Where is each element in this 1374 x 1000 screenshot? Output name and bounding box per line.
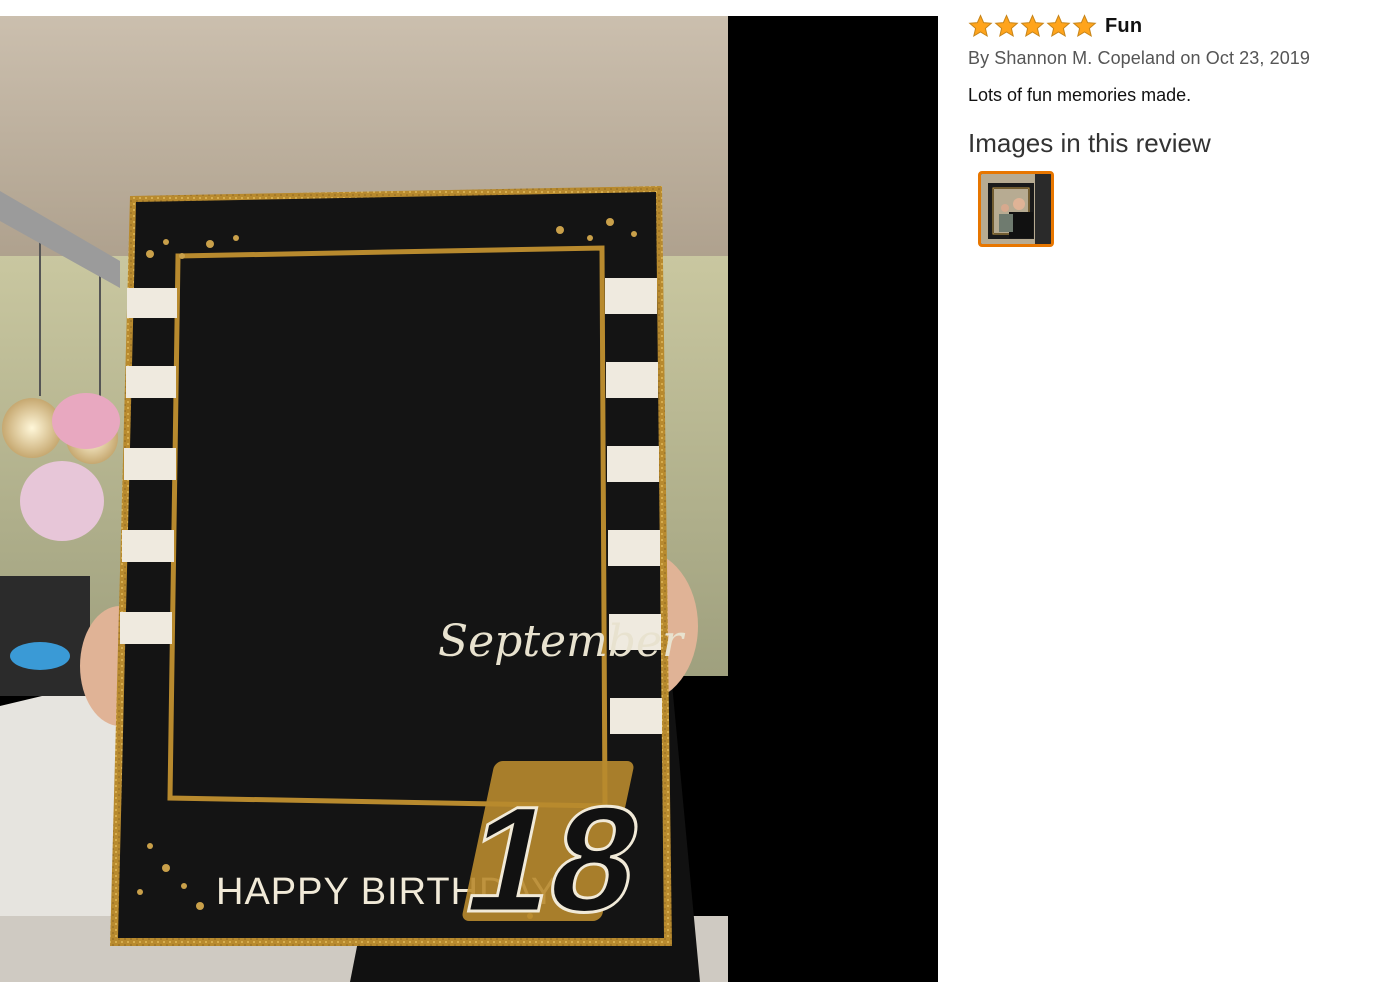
shirt-text: September bbox=[438, 616, 686, 667]
images-heading: Images in this review bbox=[968, 128, 1211, 158]
review-byline: By Shannon M. Copeland on Oct 23, 2019 bbox=[968, 48, 1311, 68]
birthday-frame-prop: HAPPY BIRTHDAY 18 bbox=[110, 186, 672, 946]
star-icon bbox=[1072, 14, 1097, 38]
review-image-thumbnail[interactable] bbox=[978, 171, 1054, 247]
frame-number: 18 bbox=[452, 777, 654, 944]
star-icon bbox=[1046, 14, 1071, 38]
review-body: Lots of fun memories made. bbox=[968, 85, 1192, 105]
star-icon bbox=[968, 14, 993, 38]
review-image-page: HAPPY BIRTHDAY 18 September Fun By Shann… bbox=[0, 0, 1374, 1000]
review-panel: Fun By Shannon M. Copeland on Oct 23, 20… bbox=[968, 12, 1364, 247]
review-photo[interactable]: HAPPY BIRTHDAY 18 September bbox=[0, 16, 728, 982]
star-icon bbox=[994, 14, 1019, 38]
review-header: Fun bbox=[968, 12, 1364, 40]
image-viewer: HAPPY BIRTHDAY 18 September bbox=[0, 16, 938, 982]
star-icon bbox=[1020, 14, 1045, 38]
star-rating bbox=[968, 14, 1097, 38]
review-title[interactable]: Fun bbox=[1105, 15, 1142, 38]
